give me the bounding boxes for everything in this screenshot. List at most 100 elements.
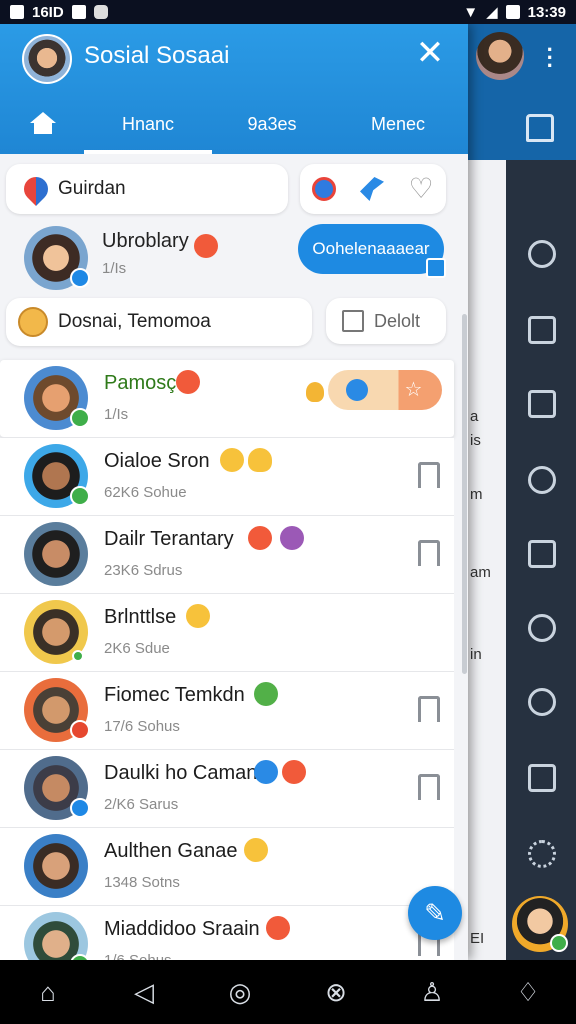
send-icon[interactable] [360,177,384,201]
drawer-header: Sosial Sosaai ✕ Hnanc 9a3es Menec [0,24,468,154]
tab-9a3es[interactable]: 9a3es [226,98,318,154]
alarm-icon[interactable]: ◎ [222,974,258,1010]
contact-list: Guirdan ♡ Ubroblary 1/Is Oohelenaaaear D… [0,154,468,960]
online-badge [550,934,568,952]
contact-status: 1/Is [102,260,127,277]
status-left-text: 16ID [32,3,64,21]
list-item[interactable]: Brlnttlse 2K6 Sdue [0,594,454,672]
list-item[interactable]: Oialoe Sron 62K6 Sohue [0,438,454,516]
edit-icon [342,310,364,332]
contact-name: Brlnttlse [104,606,177,628]
contact-status: 2/K6 Sarus [104,796,179,813]
dosnai-chip[interactable]: Dosnai, Temomoa [6,298,312,346]
system-navigation-bar: ⌂ ◁ ◎ ⊗ ♙ ♢ [0,960,576,1024]
avatar [24,678,90,742]
home-icon [30,112,56,134]
checkbox-icon[interactable] [426,258,446,278]
bookmark-icon[interactable] [418,462,440,496]
contact-status: 23K6 Sdrus [104,562,183,579]
avatar [24,522,88,586]
bookmark-icon[interactable] [526,114,554,142]
close-button[interactable]: ✕ [414,36,446,70]
contact-status: 1348 Sotns [104,874,180,891]
featured-action-button[interactable]: Oohelenaaaear [298,224,444,274]
bookmark-icon[interactable] [418,540,440,574]
notification-icon [71,5,86,19]
background-header: · · · [466,24,576,160]
reaction-bar[interactable]: ☆ [328,370,442,410]
favorites-icon[interactable]: ♢ [510,974,546,1010]
share-icon[interactable] [528,316,556,344]
timer-icon[interactable] [528,688,556,716]
avatar [24,912,90,960]
list-item[interactable]: Dailr Terantary 23K6 Sdrus [0,516,454,594]
pin-icon [19,172,53,206]
bookmark-icon[interactable] [418,774,440,808]
back-icon[interactable] [528,540,556,568]
guidan-label: Guirdan [58,178,126,199]
list-item[interactable]: Miaddidoo Sraain 1/6 Sohus [0,906,454,960]
verified-badge [70,408,90,428]
background-fragment: a [470,408,479,425]
contact-name: Daulki ho Caman [104,762,258,784]
search-icon[interactable] [528,240,556,268]
more-menu-icon[interactable]: · · · [547,39,554,77]
drawer-panel: Sosial Sosaai ✕ Hnanc 9a3es Menec Guirda… [0,24,468,960]
contact-name: Fiomec Temkdn [104,684,245,706]
contact-name: Aulthen Ganae [104,840,238,862]
featured-contact[interactable]: Ubroblary 1/Is Oohelenaaaear [0,220,468,292]
user-avatar[interactable] [22,34,72,84]
bookmark-icon[interactable] [418,696,440,730]
contact-status: 17/6 Sohus [104,718,180,735]
background-fragment: am [470,564,491,581]
emoji-icon [282,760,306,784]
background-avatar [476,32,524,80]
signal-icon: ◢ [486,4,498,21]
contact-status: 1/Is [104,406,129,423]
apps-icon[interactable]: ⊗ [318,974,354,1010]
heart-icon[interactable]: ♡ [408,175,434,203]
contact-status: 1/6 Sohus [104,952,172,960]
tab-menec[interactable]: Menec [350,98,446,154]
grid-icon[interactable] [528,840,556,868]
contact-status: 62K6 Sohue [104,484,187,501]
clock-icon[interactable] [528,466,556,494]
star-icon[interactable]: ☆ [403,379,425,401]
emoji-icon [248,526,272,550]
guidan-chip[interactable]: Guirdan [6,164,288,214]
folder-icon[interactable] [528,390,556,418]
history-icon[interactable] [528,614,556,642]
person-icon[interactable]: ♙ [414,974,450,1010]
delete-chip[interactable]: Delolt [326,298,446,344]
emoji-icon [254,760,278,784]
reaction-icon[interactable] [345,379,368,401]
avatar [24,226,90,290]
dosnai-label: Dosnai, Temomoa [58,311,211,332]
verified-badge [70,720,90,740]
home-icon[interactable]: ⌂ [30,974,66,1010]
list-item[interactable]: Pamosç 1/Is ☆ [0,360,454,438]
background-app: · · · a is m am in EI [466,24,576,960]
background-fragment: in [470,646,482,663]
compose-button[interactable]: ✎ [408,886,462,940]
list-item[interactable]: Aulthen Ganae 1348 Sotns [0,828,454,906]
tab-home[interactable] [20,98,64,154]
clock: 13:39 [527,3,566,21]
profile-avatar[interactable] [512,896,568,952]
list-item[interactable]: Fiomec Temkdn 17/6 Sohus [0,672,454,750]
verified-badge [70,798,90,818]
scrollbar[interactable] [462,314,467,674]
list-item[interactable]: Daulki ho Caman 2/K6 Sarus [0,750,454,828]
back-icon[interactable]: ◁ [126,974,162,1010]
avatar [24,600,88,664]
background-side-rail [506,160,576,960]
chat-icon[interactable] [312,177,336,201]
camera-icon[interactable] [528,764,556,792]
smile-icon [18,307,48,337]
tab-hnanc[interactable]: Hnanc [84,98,212,154]
avatar [24,756,90,820]
emoji-icon [280,526,304,550]
contact-status: 2K6 Sdue [104,640,170,657]
bell-icon[interactable] [306,382,324,402]
bell-icon [248,448,272,472]
